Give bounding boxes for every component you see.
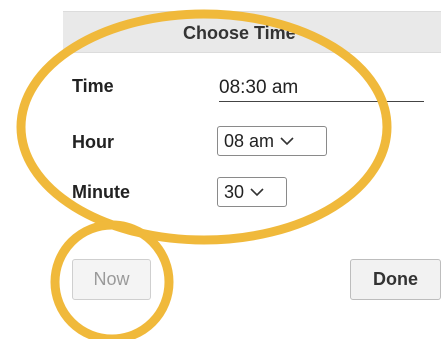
now-button[interactable]: Now [72,259,151,300]
hour-label: Hour [72,132,114,152]
dialog-title: Choose Time [183,23,296,43]
minute-select[interactable]: 30 [217,177,287,207]
minute-select-value: 30 [224,181,245,202]
hour-select-value: 08 am [224,130,275,151]
done-button[interactable]: Done [350,259,441,300]
time-picker-dialog: Choose Time Time 08:30 am Hour 08 am Min… [0,0,441,339]
hour-select[interactable]: 08 am [217,126,327,156]
chevron-down-icon [250,187,264,197]
time-label: Time [72,76,114,96]
dialog-header: Choose Time [63,11,441,53]
chevron-down-icon [280,136,294,146]
minute-label: Minute [72,182,130,202]
time-value-field: 08:30 am [219,77,424,102]
